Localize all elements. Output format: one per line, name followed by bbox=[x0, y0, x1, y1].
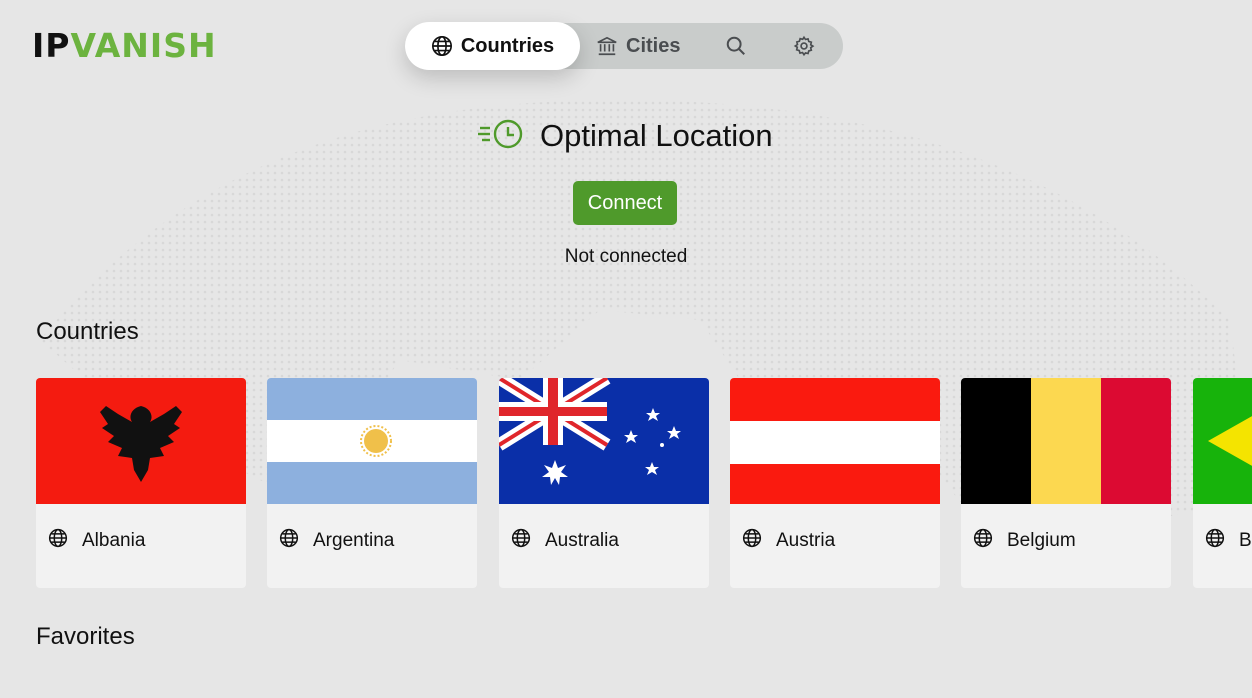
country-label: Australia bbox=[511, 528, 619, 554]
ipvanish-logo: IPVANISH bbox=[32, 28, 217, 64]
country-name: Albania bbox=[82, 530, 146, 551]
country-label: Argentina bbox=[279, 528, 394, 554]
country-name: Australia bbox=[545, 530, 619, 551]
top-tab-bar: Countries Cities bbox=[405, 22, 843, 70]
globe-icon bbox=[742, 528, 762, 554]
globe-icon bbox=[973, 528, 993, 554]
country-name: Argentina bbox=[313, 530, 395, 551]
globe-icon bbox=[1205, 528, 1225, 554]
belgium-flag-icon bbox=[961, 378, 1171, 504]
albania-flag-icon bbox=[36, 378, 246, 504]
globe-icon bbox=[279, 528, 299, 554]
globe-icon bbox=[511, 528, 531, 554]
country-name: B bbox=[1239, 530, 1252, 551]
settings-tab[interactable] bbox=[791, 23, 817, 69]
country-label: Belgium bbox=[973, 528, 1076, 554]
connect-button[interactable]: Connect bbox=[573, 181, 677, 225]
optimal-location: Optimal Location bbox=[478, 115, 773, 157]
country-card-belgium[interactable]: Belgium bbox=[961, 378, 1171, 588]
country-card-albania[interactable]: Albania bbox=[36, 378, 246, 588]
countries-carousel: Albania Argentina Australia Austria Belg… bbox=[36, 378, 1252, 588]
country-card-partial[interactable]: B bbox=[1193, 378, 1252, 588]
tab-countries[interactable]: Countries bbox=[405, 22, 580, 70]
globe-icon bbox=[48, 528, 68, 554]
country-card-argentina[interactable]: Argentina bbox=[267, 378, 477, 588]
search-tab[interactable] bbox=[723, 23, 749, 69]
australia-flag-icon bbox=[499, 378, 709, 504]
connection-status: Not connected bbox=[564, 246, 688, 267]
country-name: Austria bbox=[776, 530, 836, 551]
brazil-flag-icon bbox=[1193, 378, 1252, 504]
country-name: Belgium bbox=[1007, 530, 1076, 551]
countries-section-title: Countries bbox=[36, 318, 139, 345]
logo-vanish: VANISH bbox=[70, 26, 217, 65]
country-card-australia[interactable]: Australia bbox=[499, 378, 709, 588]
search-icon bbox=[725, 35, 747, 57]
argentina-flag-icon bbox=[267, 378, 477, 504]
globe-icon bbox=[431, 35, 453, 57]
country-label: Albania bbox=[48, 528, 145, 554]
tab-countries-label: Countries bbox=[460, 34, 555, 57]
bank-icon bbox=[596, 35, 618, 57]
country-card-austria[interactable]: Austria bbox=[730, 378, 940, 588]
optimal-location-title: Optimal Location bbox=[540, 118, 773, 153]
logo-ip: IP bbox=[32, 26, 71, 65]
favorites-section-title: Favorites bbox=[36, 623, 135, 650]
country-label: B bbox=[1205, 528, 1252, 554]
country-label: Austria bbox=[742, 528, 835, 554]
tab-cities-label: Cities bbox=[626, 34, 681, 57]
austria-flag-icon bbox=[730, 378, 940, 504]
fast-clock-icon bbox=[478, 117, 526, 156]
tab-cities[interactable]: Cities bbox=[596, 23, 680, 69]
gear-icon bbox=[793, 35, 815, 57]
